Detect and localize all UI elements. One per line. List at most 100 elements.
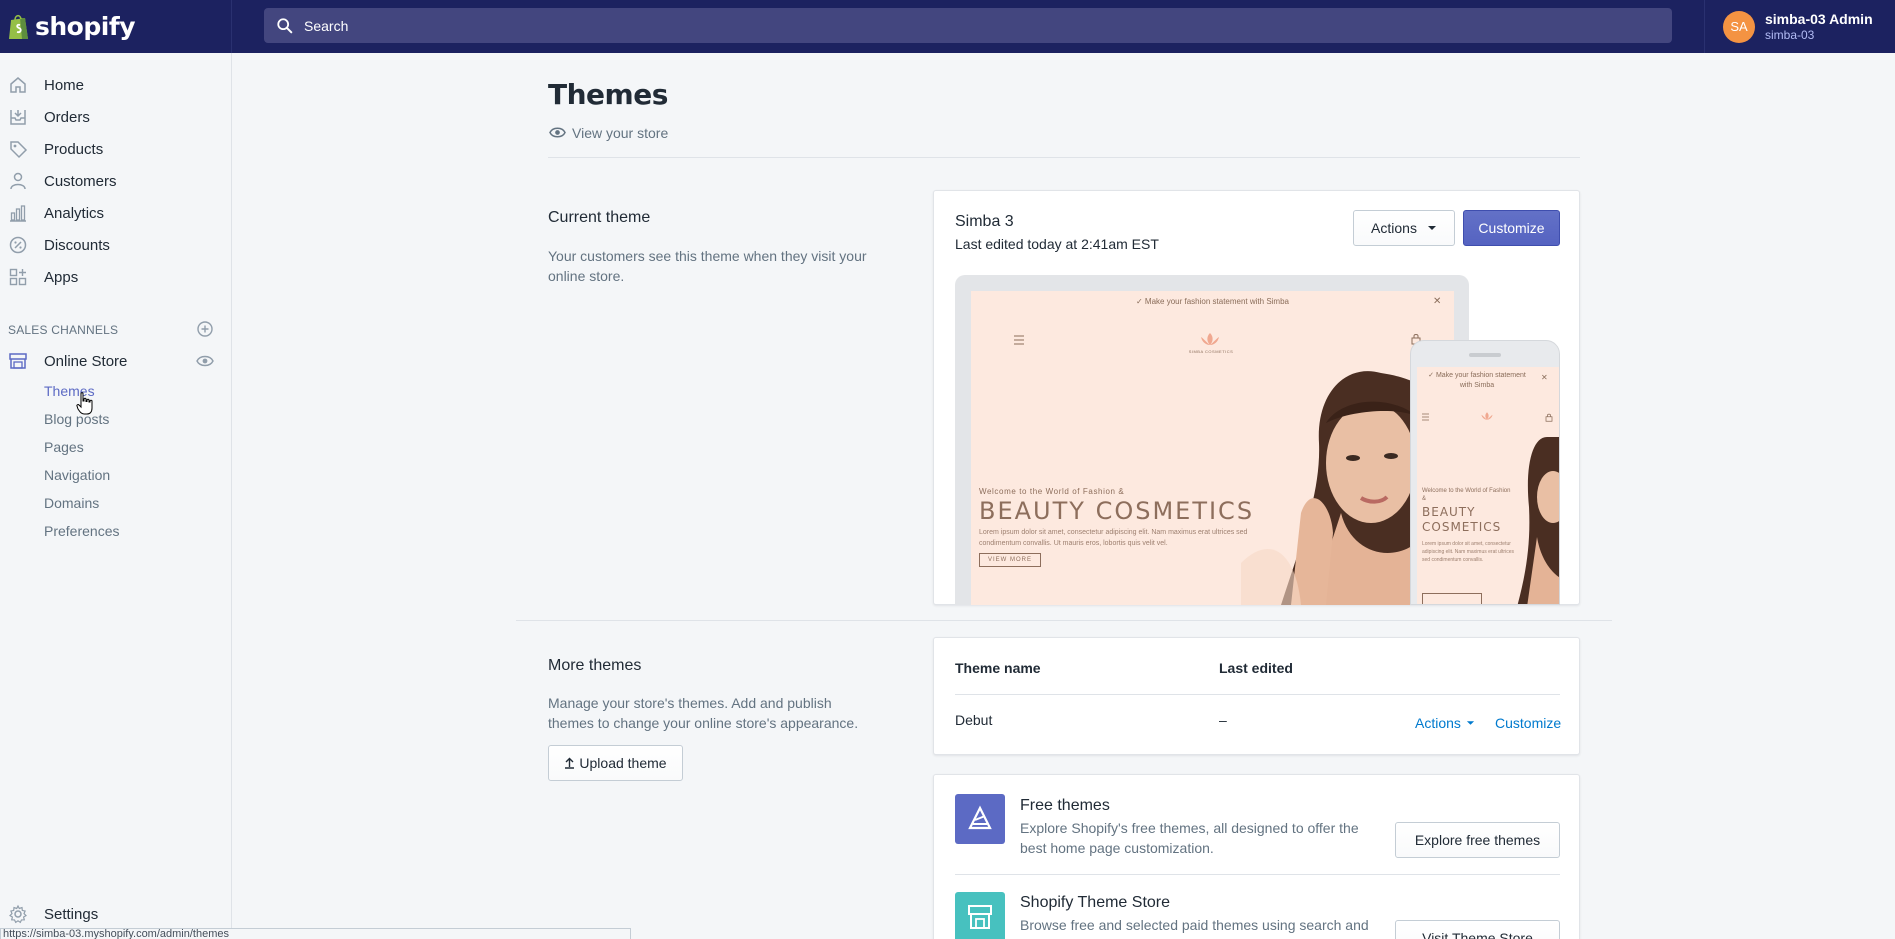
phone-speaker (1469, 353, 1501, 357)
search-icon (277, 17, 293, 33)
lotus-logo-icon (1201, 333, 1219, 345)
preview-hero-button: VIEW MORE (979, 553, 1041, 567)
section-divider (516, 620, 1612, 621)
current-theme-last-edited: Last edited today at 2:41am EST (955, 236, 1159, 252)
model-image (1517, 437, 1559, 604)
brand-name: shopify (35, 12, 136, 41)
preview-brand: SIMBA COSMETICS (1188, 349, 1234, 354)
mobile-preview-announcement: ✓ Make your fashion statement with Simba (1428, 372, 1526, 389)
sidebar-item-label: Online Store (44, 352, 128, 370)
theme-store-title: Shopify Theme Store (1020, 894, 1171, 911)
mobile-preview-button (1422, 593, 1482, 604)
preview-hero-text: Lorem ipsum dolor sit amet, consectetur … (979, 529, 1248, 547)
current-theme-heading: Current theme (548, 209, 651, 226)
column-header-theme-name: Theme name (955, 660, 1041, 676)
home-icon (10, 77, 26, 93)
sidebar-item-label: Analytics (44, 204, 105, 222)
sidebar-item-label: Home (44, 76, 85, 94)
explore-free-themes-button[interactable]: Explore free themes (1395, 822, 1560, 858)
sidebar-item-label: Customers (44, 172, 117, 190)
search-input[interactable]: Search (264, 8, 1672, 43)
tile-divider (955, 874, 1560, 875)
sales-channels-header: SALES CHANNELS (8, 323, 119, 337)
avatar: SA (1723, 10, 1755, 43)
header-divider (548, 157, 1580, 158)
sidebar-subitem-pages[interactable]: Pages (44, 439, 84, 455)
more-themes-heading: More themes (548, 657, 642, 674)
caret-down-icon (1466, 721, 1475, 725)
preview-announcement: ✓ Make your fashion statement with Simba (1136, 297, 1289, 306)
store-icon (9, 353, 27, 369)
customize-button[interactable]: Customize (1463, 210, 1560, 246)
sidebar-item-label: Discounts (44, 236, 110, 254)
search-placeholder: Search (304, 17, 349, 34)
hand-cursor-icon (76, 392, 93, 415)
sidebar-item-label: Apps (44, 268, 79, 286)
actions-label: Actions (1371, 220, 1417, 236)
free-themes-icon (955, 794, 1005, 844)
sidebar-subitem-domains[interactable]: Domains (44, 495, 99, 511)
current-theme-description: Your customers see this theme when they … (548, 248, 867, 284)
tag-icon (10, 141, 28, 159)
actions-dropdown[interactable]: Actions (1353, 210, 1455, 246)
person-icon (10, 172, 26, 190)
view-store-link[interactable]: View your store (549, 124, 668, 141)
upload-theme-label: Upload theme (579, 755, 667, 771)
mobile-preview-hero-text: Lorem ipsum dolor sit amet, consectetur … (1422, 541, 1514, 563)
close-icon: ✕ (1541, 373, 1548, 382)
hamburger-menu-icon (1014, 335, 1024, 345)
add-channel-icon[interactable] (196, 320, 214, 338)
sidebar-item-home[interactable]: Home (0, 69, 232, 101)
free-themes-description: Explore Shopify's free themes, all desig… (1020, 820, 1359, 856)
preview-hero-subtitle: Welcome to the World of Fashion & (979, 487, 1125, 496)
last-edited-cell: – (1219, 712, 1227, 728)
current-theme-name: Simba 3 (955, 213, 1014, 230)
sidebar-item-label: Settings (44, 905, 99, 923)
row-customize-link[interactable]: Customize (1495, 715, 1561, 731)
view-store-label: View your store (572, 124, 669, 141)
theme-preview-desktop[interactable]: ✓ Make your fashion statement with Simba… (955, 275, 1469, 605)
caret-down-icon (1427, 226, 1436, 230)
theme-preview-mobile[interactable]: ✓ Make your fashion statement with Simba… (1410, 340, 1560, 605)
upload-theme-button[interactable]: Upload theme (548, 745, 683, 781)
theme-store-description: Browse free and selected paid themes usi… (1020, 917, 1369, 933)
upload-icon (565, 757, 575, 769)
mobile-preview-hero-subtitle: Welcome to the World of Fashion & (1422, 488, 1511, 502)
eye-icon[interactable] (196, 352, 214, 370)
sidebar-item-label: Orders (44, 108, 90, 126)
sidebar-item-analytics[interactable]: Analytics (0, 197, 232, 229)
sidebar-item-customers[interactable]: Customers (0, 165, 232, 197)
shopify-logo[interactable]: shopify (0, 0, 232, 53)
preview-hero-title: BEAUTY COSMETICS (979, 497, 1255, 525)
sidebar-item-products[interactable]: Products (0, 133, 232, 165)
sidebar-subitem-navigation[interactable]: Navigation (44, 467, 110, 483)
discount-icon (9, 236, 27, 254)
orders-icon (10, 110, 26, 125)
free-themes-title: Free themes (1020, 797, 1110, 814)
sidebar-item-apps[interactable]: Apps (0, 261, 232, 293)
eye-icon (549, 127, 566, 138)
visit-theme-store-button[interactable]: Visit Theme Store (1395, 920, 1560, 939)
theme-store-icon (955, 892, 1005, 939)
sidebar-item-settings[interactable]: Settings (0, 898, 232, 930)
close-icon: ✕ (1433, 296, 1442, 307)
sidebar-item-discounts[interactable]: Discounts (0, 229, 232, 261)
desktop-screen: ✓ Make your fashion statement with Simba… (971, 291, 1454, 605)
theme-library-card (933, 637, 1580, 755)
sidebar-subitem-preferences[interactable]: Preferences (44, 523, 119, 539)
theme-name-cell: Debut (955, 712, 993, 728)
top-bar: shopify Search SA simba-03 Admin simba-0… (0, 0, 1895, 53)
table-header-divider (955, 694, 1560, 695)
row-actions-label: Actions (1415, 715, 1461, 731)
hamburger-menu-icon (1422, 413, 1429, 421)
gear-icon (9, 904, 27, 924)
lock-icon (1545, 413, 1553, 422)
lotus-logo-icon (1481, 412, 1493, 420)
apps-icon (9, 268, 27, 286)
row-actions-dropdown[interactable]: Actions (1415, 715, 1475, 731)
status-bar-url: https://simba-03.myshopify.com/admin/the… (0, 928, 631, 939)
shopify-bag-icon (9, 14, 28, 39)
sidebar-item-orders[interactable]: Orders (0, 101, 232, 133)
more-themes-description: Manage your store's themes. Add and publ… (548, 695, 859, 731)
user-menu[interactable]: SA simba-03 Admin simba-03 (1704, 0, 1895, 53)
